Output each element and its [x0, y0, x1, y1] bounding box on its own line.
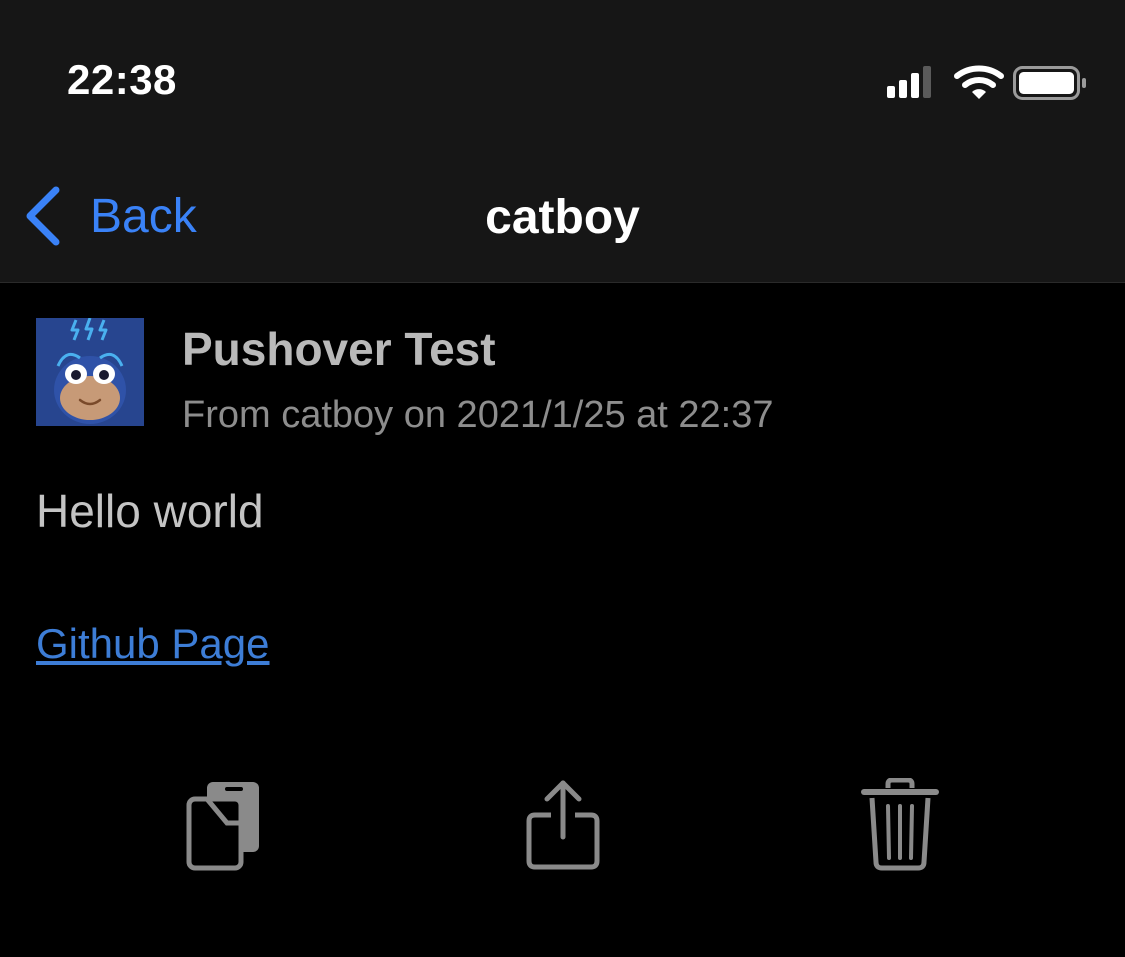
message-meta: From catboy on 2021/1/25 at 22:37	[182, 394, 774, 436]
wifi-icon	[954, 65, 1004, 99]
status-time: 22:38	[67, 56, 177, 103]
share-button[interactable]	[508, 770, 618, 880]
message-detail-screen: 22:38 catboy Back Pushover Test From cat…	[0, 0, 1125, 957]
share-icon	[526, 780, 600, 870]
message-body: Hello world	[36, 485, 264, 537]
github-page-link[interactable]: Github Page	[36, 620, 270, 668]
copy-button[interactable]	[170, 770, 280, 880]
trash-icon	[861, 778, 939, 871]
battery-icon	[1013, 66, 1086, 100]
catboy-avatar-icon	[36, 318, 144, 426]
status-icons	[885, 62, 1095, 102]
navigation-bar: catboy Back	[0, 150, 1125, 283]
back-label: Back	[90, 189, 197, 243]
message-title: Pushover Test	[182, 323, 496, 375]
chevron-left-icon	[26, 186, 60, 246]
back-button[interactable]: Back	[24, 186, 197, 246]
cellular-signal-icon	[887, 66, 931, 98]
avatar	[36, 318, 144, 426]
copy-icon	[186, 782, 259, 871]
status-icons-svg	[887, 65, 1086, 100]
status-bar: 22:38	[0, 0, 1125, 150]
delete-button[interactable]	[845, 770, 955, 880]
